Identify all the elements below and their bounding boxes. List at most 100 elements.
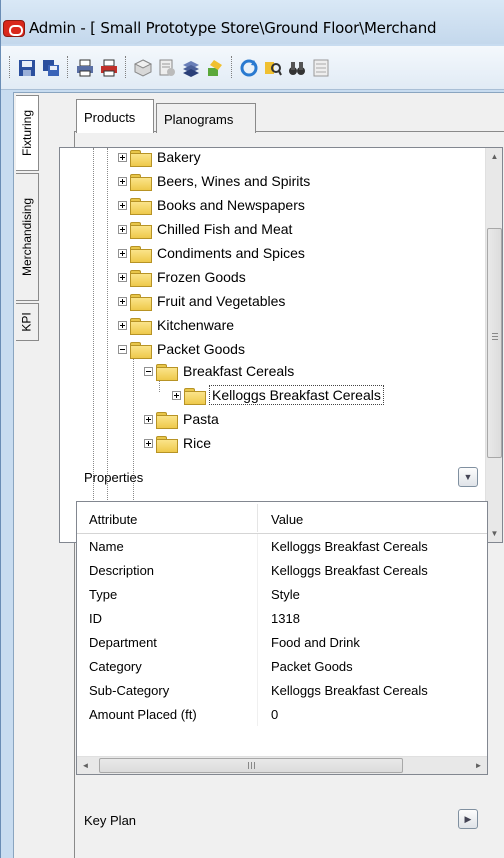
attribute-cell: Category <box>89 659 142 674</box>
tree-item[interactable]: Pasta <box>144 408 221 430</box>
toolbar-separator <box>9 56 10 78</box>
side-tab-kpi[interactable]: KPI <box>16 303 39 341</box>
window-title: Admin - [ Small Prototype Store\Ground F… <box>29 19 437 37</box>
tree-item[interactable]: Breakfast Cereals <box>144 360 296 382</box>
key-plan-title: Key Plan <box>84 813 137 828</box>
side-tab-label: KPI <box>20 312 34 332</box>
table-row[interactable]: Name Kelloggs Breakfast Cereals <box>77 534 487 558</box>
binoculars-icon[interactable] <box>287 58 307 78</box>
folder-icon <box>156 435 178 453</box>
grip-icon <box>492 333 498 340</box>
side-tab-fixturing[interactable]: Fixturing <box>16 95 39 171</box>
collapse-icon[interactable] <box>118 344 127 354</box>
table-row[interactable]: ID 1318 <box>77 606 487 630</box>
tree-item[interactable]: Rice <box>144 432 213 454</box>
save-icon[interactable] <box>17 58 37 78</box>
table-row[interactable]: Description Kelloggs Breakfast Cereals <box>77 558 487 582</box>
table-row[interactable]: Department Food and Drink <box>77 630 487 654</box>
tree-item-label: Breakfast Cereals <box>183 363 295 379</box>
find-icon[interactable] <box>263 58 283 78</box>
table-row[interactable]: Type Style <box>77 582 487 606</box>
expand-icon[interactable] <box>118 152 127 162</box>
side-tab-merchandising[interactable]: Merchandising <box>16 173 39 301</box>
expand-icon[interactable] <box>172 390 181 400</box>
tree-item[interactable]: Frozen Goods <box>118 266 248 288</box>
expand-icon[interactable] <box>118 200 127 210</box>
oracle-app-icon[interactable] <box>3 20 25 37</box>
tab-planograms[interactable]: Planograms <box>156 103 256 133</box>
collapse-properties-button[interactable]: ▼ <box>458 467 478 487</box>
tree-item[interactable]: Beers, Wines and Spirits <box>118 170 312 192</box>
column-divider <box>257 678 258 702</box>
tree-item[interactable]: Chilled Fish and Meat <box>118 218 294 240</box>
expand-icon[interactable] <box>144 414 153 424</box>
expand-icon[interactable] <box>144 438 153 448</box>
toolbar-separator <box>67 56 68 78</box>
folder-icon <box>130 341 152 359</box>
tree-item-label: Books and Newspapers <box>157 197 305 213</box>
list-icon[interactable] <box>311 58 331 78</box>
scroll-down-arrow-icon[interactable]: ▼ <box>486 525 502 542</box>
title-bar[interactable]: Admin - [ Small Prototype Store\Ground F… <box>1 0 504 44</box>
column-divider <box>257 558 258 582</box>
tree-item-label: Rice <box>183 435 212 451</box>
properties-icon[interactable] <box>157 58 177 78</box>
expand-icon[interactable] <box>118 248 127 258</box>
tree-item[interactable]: Bakery <box>118 148 203 168</box>
folder-icon <box>130 245 152 263</box>
cube-icon[interactable] <box>133 58 153 78</box>
expand-icon[interactable] <box>118 296 127 306</box>
tree-item[interactable]: Kitchenware <box>118 314 236 336</box>
column-divider <box>257 606 258 630</box>
multi-save-icon[interactable] <box>41 58 61 78</box>
client-area: Fixturing Merchandising KPI Products Pla… <box>13 92 504 858</box>
column-divider <box>257 582 258 606</box>
tree-item-label: Frozen Goods <box>157 269 246 285</box>
properties-grid[interactable]: Attribute Value Name Kelloggs Breakfast … <box>76 501 488 775</box>
expand-icon[interactable] <box>118 176 127 186</box>
expand-key-plan-button[interactable]: ▶ <box>458 809 478 829</box>
folder-icon <box>156 363 178 381</box>
tree-item[interactable]: Condiments and Spices <box>118 242 307 264</box>
folder-icon <box>130 173 152 191</box>
tree-item[interactable]: Books and Newspapers <box>118 194 307 216</box>
grid-header: Attribute Value <box>77 502 487 534</box>
grid-horizontal-scrollbar[interactable]: ◄ ► <box>77 756 487 774</box>
expand-icon[interactable] <box>118 272 127 282</box>
expand-icon[interactable] <box>118 224 127 234</box>
column-divider[interactable] <box>257 504 258 532</box>
value-cell: Food and Drink <box>271 635 360 650</box>
side-tab-label: Merchandising <box>20 197 35 277</box>
tree-item[interactable]: Fruit and Vegetables <box>118 290 287 312</box>
scrollbar-thumb[interactable] <box>487 228 502 458</box>
paint-icon[interactable] <box>205 58 225 78</box>
chevron-down-icon: ▼ <box>463 472 473 482</box>
main-toolbar <box>1 46 504 90</box>
tree-item-label: Kelloggs Breakfast Cereals <box>209 385 384 405</box>
scroll-right-arrow-icon[interactable]: ► <box>470 757 487 774</box>
tree-item-label: Condiments and Spices <box>157 245 305 261</box>
attribute-cell: Type <box>89 587 118 602</box>
column-divider <box>257 534 258 558</box>
layers-icon[interactable] <box>181 58 201 78</box>
tab-products[interactable]: Products <box>76 99 154 133</box>
scroll-up-arrow-icon[interactable]: ▲ <box>486 148 502 165</box>
table-row[interactable]: Category Packet Goods <box>77 654 487 678</box>
refresh-icon[interactable] <box>239 58 259 78</box>
column-header-attribute[interactable]: Attribute <box>89 512 137 527</box>
table-row[interactable]: Amount Placed (ft) 0 <box>77 702 487 726</box>
toolbar-separator <box>125 56 126 78</box>
tree-vertical-scrollbar[interactable]: ▲ ▼ <box>485 148 502 542</box>
attribute-cell: Amount Placed (ft) <box>89 707 197 722</box>
tree-item[interactable]: Packet Goods <box>118 338 247 360</box>
collapse-icon[interactable] <box>144 366 153 376</box>
tree-item-selected[interactable]: Kelloggs Breakfast Cereals <box>172 384 384 406</box>
scroll-left-arrow-icon[interactable]: ◄ <box>77 757 94 774</box>
column-header-value[interactable]: Value <box>271 512 303 527</box>
print-icon[interactable] <box>75 58 95 78</box>
scrollbar-thumb[interactable] <box>99 758 403 773</box>
attribute-cell: ID <box>89 611 102 626</box>
print-preview-icon[interactable] <box>99 58 119 78</box>
table-row[interactable]: Sub-Category Kelloggs Breakfast Cereals <box>77 678 487 702</box>
expand-icon[interactable] <box>118 320 127 330</box>
